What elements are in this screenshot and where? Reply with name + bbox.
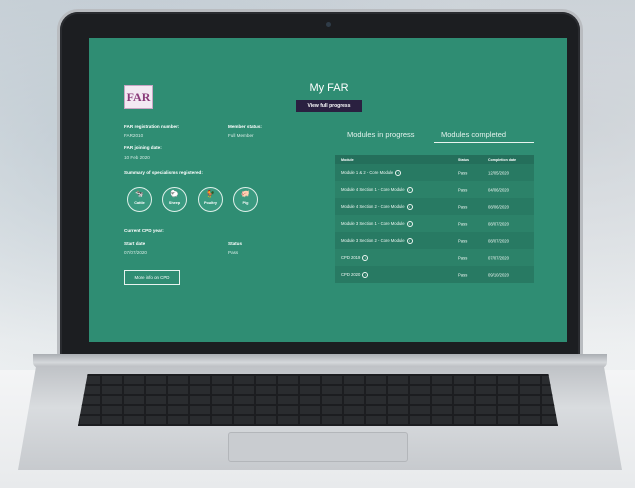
table-row[interactable]: CPD 2020 i Pass 09/10/2020 — [335, 266, 534, 283]
table-row[interactable]: Module 3 Section 1 - Core Module i Pass 0… — [335, 215, 534, 232]
member-status-label: Member status: — [228, 124, 262, 129]
joining-date-label: FAR joining date: — [124, 145, 162, 150]
active-tab-indicator — [434, 142, 534, 143]
sheep-icon: 🐑 — [170, 191, 179, 198]
info-icon[interactable]: i — [362, 254, 369, 261]
specialism-cattle: 🐄 Cattle — [127, 187, 152, 212]
cpd-status-label: Status — [228, 241, 243, 246]
table-row[interactable]: Module 1 & 2 - Core Module i Pass 12/05/2… — [335, 164, 534, 181]
cpd-year-heading: Current CPD year: — [124, 228, 164, 233]
poultry-icon: 🐓 — [206, 191, 215, 198]
info-icon[interactable]: i — [406, 186, 413, 193]
specialism-sheep: 🐑 Sheep — [162, 187, 187, 212]
table-row[interactable]: Module 4 Section 1 - Core Module i Pass 0… — [335, 181, 534, 198]
table-row[interactable]: Module 3 Section 2 - Core Module i Pass 0… — [335, 232, 534, 249]
joining-date-value: 10 Feb 2020 — [124, 155, 150, 160]
cpd-start-value: 07/07/2020 — [124, 250, 147, 255]
cpd-status-value: Pass — [228, 250, 239, 255]
far-logo: FAR — [124, 85, 153, 109]
table-header: Module Status Completion date — [335, 155, 534, 164]
info-icon[interactable]: i — [395, 169, 402, 176]
specialism-pig: 🐖 Pig — [233, 187, 258, 212]
table-row[interactable]: Module 4 Section 2 - Core Module i Pass 0… — [335, 198, 534, 215]
trackpad — [228, 432, 408, 462]
camera-icon — [326, 22, 331, 27]
tab-modules-in-progress[interactable]: Modules in progress — [347, 130, 415, 139]
pig-icon: 🐖 — [241, 191, 250, 198]
specialisms-label: Summary of specialisms registered: — [124, 170, 203, 175]
info-icon[interactable]: i — [406, 203, 413, 210]
laptop-hinge — [33, 354, 607, 368]
cpd-start-label: Start date — [124, 241, 146, 246]
specialism-poultry: 🐓 Poultry — [198, 187, 223, 212]
view-full-progress-button[interactable]: View full progress — [296, 100, 362, 112]
info-icon[interactable]: i — [406, 237, 413, 244]
cattle-icon: 🐄 — [135, 191, 144, 198]
page-title: My FAR — [309, 82, 349, 94]
table-row[interactable]: CPD 2019 i Pass 07/07/2020 — [335, 249, 534, 266]
tab-modules-completed[interactable]: Modules completed — [441, 130, 506, 139]
more-info-cpd-button[interactable]: More info on CPD — [124, 270, 180, 285]
member-status-value: Full Member — [228, 133, 254, 138]
reg-number-value: FAR2010 — [124, 133, 144, 138]
modules-table: Module Status Completion date Module 1 &… — [335, 155, 534, 283]
reg-number-label: FAR registration number: — [124, 124, 180, 129]
laptop-screen: FAR My FAR View full progress FAR regist… — [89, 38, 567, 342]
keyboard — [78, 374, 558, 426]
info-icon[interactable]: i — [362, 271, 369, 278]
info-icon[interactable]: i — [406, 220, 413, 227]
